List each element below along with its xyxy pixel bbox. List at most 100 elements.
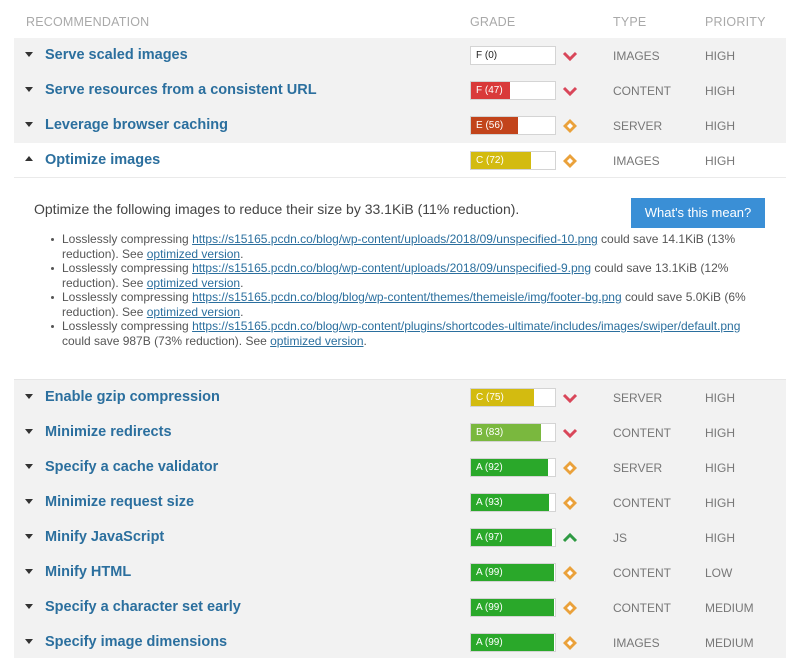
recommendation-row[interactable]: Enable gzip compression C (75) SERVER HIGH: [14, 380, 786, 415]
recommendation-type: IMAGES: [613, 49, 660, 63]
recommendation-row[interactable]: Serve scaled images F (0) IMAGES HIGH: [14, 38, 786, 73]
recommendation-row[interactable]: Minify HTML A (99) CONTENT LOW: [14, 555, 786, 590]
recommendation-priority: HIGH: [705, 426, 735, 440]
recommendation-row[interactable]: Specify a cache validator A (92) SERVER HIG…: [14, 450, 786, 485]
recommendation-title[interactable]: Specify a character set early: [45, 599, 241, 615]
recommendation-row[interactable]: Optimize images C (72) IMAGES HIGH: [14, 143, 786, 178]
item-end: .: [240, 304, 244, 319]
grade-bar: E (56): [470, 116, 556, 135]
grade-label: A (99): [476, 567, 503, 578]
header-recommendation: RECOMMENDATION: [26, 15, 150, 29]
grade-label: F (0): [476, 50, 498, 61]
recommendation-priority: MEDIUM: [705, 601, 754, 615]
expand-arrow-icon[interactable]: [25, 429, 33, 434]
recommendation-title[interactable]: Serve scaled images: [45, 47, 188, 63]
recommendation-row[interactable]: Specify a character set early A (99) CONTE…: [14, 590, 786, 625]
image-url-link[interactable]: https://s15165.pcdn.co/blog/wp-content/p…: [192, 319, 740, 333]
recommendation-title[interactable]: Optimize images: [45, 152, 160, 168]
expand-arrow-icon[interactable]: [25, 87, 33, 92]
recommendation-row[interactable]: Leverage browser caching E (56) SERVER HIGH: [14, 108, 786, 143]
diamond-orange-icon: [562, 600, 578, 616]
grade-label: C (75): [476, 392, 504, 403]
grade-bar: B (83): [470, 423, 556, 442]
recommendation-row[interactable]: Minimize request size A (93) CONTENT HIGH: [14, 485, 786, 520]
grade-label: B (83): [476, 427, 504, 438]
grade-label: A (97): [476, 532, 503, 543]
grade-label: A (99): [476, 637, 503, 648]
list-item: Losslessly compressing https://s15165.pc…: [51, 261, 770, 290]
whats-this-mean-button[interactable]: What's this mean?: [631, 198, 765, 228]
expand-arrow-icon[interactable]: [25, 534, 33, 539]
expand-arrow-icon[interactable]: [25, 52, 33, 57]
image-url-link[interactable]: https://s15165.pcdn.co/blog/blog/wp-cont…: [192, 290, 622, 304]
grade-label: E (56): [476, 120, 504, 131]
recommendation-title[interactable]: Minimize request size: [45, 494, 194, 510]
optimized-version-link[interactable]: optimized version: [147, 247, 240, 261]
diamond-orange-icon: [562, 495, 578, 511]
grade-label: A (99): [476, 602, 503, 613]
chevron-down-red-icon: [562, 390, 578, 406]
image-url-link[interactable]: https://s15165.pcdn.co/blog/wp-content/u…: [192, 261, 591, 275]
header-grade: GRADE: [470, 15, 516, 29]
expand-arrow-icon[interactable]: [25, 639, 33, 644]
grade-bar: C (75): [470, 388, 556, 407]
recommendation-row[interactable]: Minimize redirects B (83) CONTENT HIGH: [14, 415, 786, 450]
recommendation-type: IMAGES: [613, 154, 660, 168]
recommendation-priority: LOW: [705, 566, 733, 580]
chevron-down-red-icon: [562, 83, 578, 99]
recommendation-row[interactable]: Serve resources from a consistent URL F (…: [14, 73, 786, 108]
recommendation-title[interactable]: Minify JavaScript: [45, 529, 164, 545]
grade-bar: A (99): [470, 598, 556, 617]
grade-bar: F (47): [470, 81, 556, 100]
grade-label: A (92): [476, 462, 503, 473]
recommendation-type: IMAGES: [613, 636, 660, 650]
grade-bar: A (93): [470, 493, 556, 512]
recommendation-title[interactable]: Serve resources from a consistent URL: [45, 82, 317, 98]
expand-arrow-icon[interactable]: [25, 569, 33, 574]
header-type: TYPE: [613, 15, 647, 29]
optimize-images-detail-panel: Optimize the following images to reduce …: [14, 178, 786, 380]
recommendation-type: SERVER: [613, 461, 663, 475]
grade-bar: A (92): [470, 458, 556, 477]
recommendation-priority: MEDIUM: [705, 636, 754, 650]
optimized-version-link[interactable]: optimized version: [270, 334, 363, 348]
item-prefix: Losslessly compressing: [62, 319, 193, 333]
optimized-version-link[interactable]: optimized version: [147, 305, 240, 319]
header-priority: PRIORITY: [705, 15, 766, 29]
recommendation-priority: HIGH: [705, 496, 735, 510]
recommendation-title[interactable]: Minify HTML: [45, 564, 131, 580]
recommendation-type: CONTENT: [613, 601, 671, 615]
expand-arrow-icon[interactable]: [25, 394, 33, 399]
grade-bar: A (97): [470, 528, 556, 547]
recommendation-priority: HIGH: [705, 119, 735, 133]
recommendation-title[interactable]: Specify a cache validator: [45, 459, 218, 475]
chevron-down-red-icon: [562, 425, 578, 441]
diamond-orange-icon: [562, 565, 578, 581]
expand-arrow-icon[interactable]: [25, 499, 33, 504]
recommendation-priority: HIGH: [705, 154, 735, 168]
list-item: Losslessly compressing https://s15165.pc…: [51, 290, 770, 319]
expand-arrow-icon[interactable]: [25, 464, 33, 469]
recommendation-title[interactable]: Minimize redirects: [45, 424, 172, 440]
optimized-version-link[interactable]: optimized version: [147, 276, 240, 290]
diamond-orange-icon: [562, 118, 578, 134]
recommendation-type: CONTENT: [613, 426, 671, 440]
recommendation-type: SERVER: [613, 391, 663, 405]
expand-arrow-icon[interactable]: [25, 604, 33, 609]
recommendation-priority: HIGH: [705, 84, 735, 98]
recommendation-title[interactable]: Specify image dimensions: [45, 634, 227, 650]
recommendation-priority: HIGH: [705, 461, 735, 475]
diamond-orange-icon: [562, 635, 578, 651]
recommendation-row[interactable]: Minify JavaScript A (97) JS HIGH: [14, 520, 786, 555]
grade-label: F (47): [476, 85, 503, 96]
recommendation-row[interactable]: Specify image dimensions A (99) IMAGES MEDI…: [14, 625, 786, 658]
recommendation-title[interactable]: Leverage browser caching: [45, 117, 228, 133]
recommendation-priority: HIGH: [705, 49, 735, 63]
collapse-arrow-icon[interactable]: [25, 156, 33, 161]
image-url-link[interactable]: https://s15165.pcdn.co/blog/wp-content/u…: [192, 232, 598, 246]
recommendation-title[interactable]: Enable gzip compression: [45, 389, 220, 405]
detail-summary: Optimize the following images to reduce …: [34, 201, 520, 217]
expand-arrow-icon[interactable]: [25, 122, 33, 127]
item-end: .: [240, 246, 244, 261]
item-savings: could save 987B (73% reduction). See: [62, 333, 271, 348]
